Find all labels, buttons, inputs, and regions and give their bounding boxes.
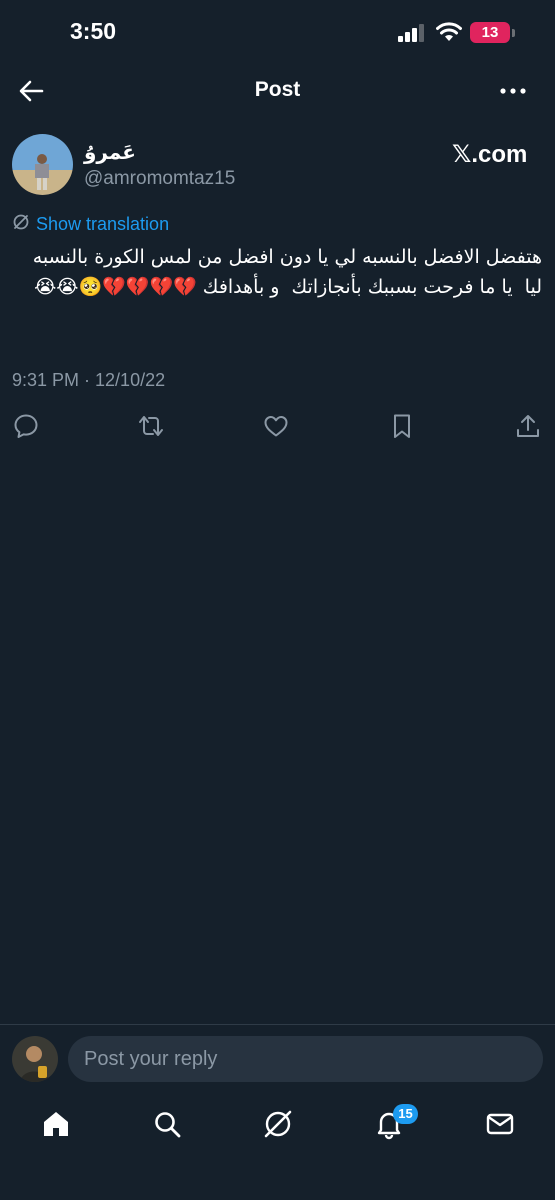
composer-divider [0, 1024, 555, 1025]
post-text: هتفضل الافضل بالنسبه لي يا دون افضل من ل… [26, 246, 542, 298]
source-label: 𝕏.com [452, 141, 528, 168]
show-translation-link[interactable]: Show translation [12, 213, 169, 236]
messages-icon[interactable] [484, 1108, 516, 1145]
post-actions [0, 410, 555, 446]
bottom-tab-bar [0, 1100, 555, 1150]
retweet-icon[interactable] [136, 412, 166, 445]
like-icon[interactable] [262, 412, 290, 445]
reply-icon[interactable] [12, 412, 40, 445]
more-options-icon[interactable] [498, 76, 528, 111]
current-user-avatar[interactable] [12, 1036, 58, 1082]
home-icon[interactable] [40, 1108, 72, 1145]
grok-icon[interactable] [262, 1108, 294, 1145]
share-icon[interactable] [514, 412, 542, 445]
author-handle[interactable]: @amromomtaz15 [84, 168, 235, 190]
author-avatar[interactable] [12, 134, 73, 195]
battery-icon: 13 [470, 22, 510, 43]
post-timestamp: 9:31 PM · 12/10/22 [12, 370, 166, 390]
top-nav: Post [0, 64, 555, 116]
search-icon[interactable] [151, 1108, 183, 1145]
page-title: Post [254, 78, 301, 101]
status-time: 3:50 [70, 18, 117, 44]
bookmark-icon[interactable] [388, 412, 416, 445]
author-display-name[interactable]: عَمروُ [84, 140, 136, 165]
show-translation-label: Show translation [36, 214, 170, 234]
reply-input[interactable] [68, 1036, 543, 1082]
notifications-badge: 15 [393, 1104, 418, 1124]
translate-icon [12, 213, 30, 236]
battery-tip [512, 29, 515, 37]
status-bar: 3:50 13 [0, 0, 555, 64]
cellular-signal-icon [398, 24, 426, 47]
wifi-icon [436, 22, 462, 47]
